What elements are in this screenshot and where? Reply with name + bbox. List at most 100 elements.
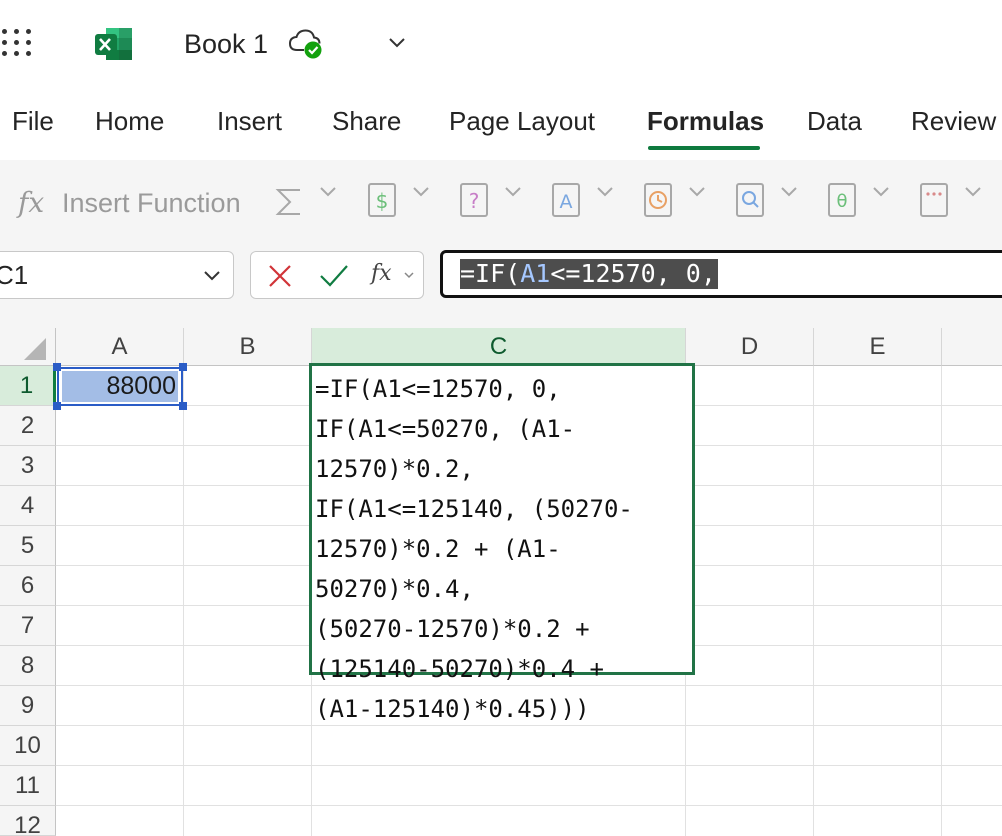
financial-chevron-down-icon xyxy=(413,187,429,197)
formula-controls: fx xyxy=(250,251,424,299)
lookup-chevron-down-icon xyxy=(781,187,797,197)
financial-icon: $ xyxy=(368,183,396,217)
math-trig-chevron-down-icon xyxy=(873,187,889,197)
fx-chevron-down-icon[interactable] xyxy=(403,269,415,281)
lookup-button[interactable] xyxy=(735,182,805,222)
insert-function-button[interactable]: Insert Function xyxy=(62,186,241,220)
app-launcher-icon[interactable] xyxy=(0,27,36,59)
formula-line: IF(A1<=125140, (50270- xyxy=(315,495,633,523)
date-time-button[interactable] xyxy=(643,182,713,222)
logical-button[interactable]: ? xyxy=(459,182,529,222)
gridline xyxy=(56,805,1002,806)
row-header-10[interactable]: 10 xyxy=(0,726,56,766)
row-header-4[interactable]: 4 xyxy=(0,486,56,526)
spreadsheet-grid[interactable]: A B C D E 1 2 3 4 5 6 7 8 9 10 11 12 880… xyxy=(0,328,1002,836)
tab-share[interactable]: Share xyxy=(332,104,401,138)
text-chevron-down-icon xyxy=(597,187,613,197)
tab-home[interactable]: Home xyxy=(95,104,164,138)
more-functions-chevron-down-icon xyxy=(965,187,981,197)
more-functions-button[interactable] xyxy=(919,182,989,222)
active-tab-indicator xyxy=(648,146,760,150)
formula-line: (50270-12570)*0.2 + xyxy=(315,615,590,643)
confirm-edit-icon[interactable] xyxy=(319,263,349,289)
text-functions-button[interactable]: A xyxy=(551,182,621,222)
select-all-corner[interactable] xyxy=(0,328,56,366)
tab-review[interactable]: Review xyxy=(911,104,996,138)
formula-line: 12570)*0.2, xyxy=(315,455,474,483)
svg-text:$: $ xyxy=(376,189,389,213)
formula-bar-area: C1 fx =IF(A1<=12570, 0, xyxy=(0,242,1002,328)
column-header-e[interactable]: E xyxy=(814,328,942,366)
ribbon-tabs: File Home Insert Share Page Layout Formu… xyxy=(0,96,1002,158)
formula-line: (125140-50270)*0.4 + xyxy=(315,655,604,683)
excel-logo-icon[interactable] xyxy=(94,26,134,62)
row-header-11[interactable]: 11 xyxy=(0,766,56,806)
formula-input-text: =IF(A1<=12570, 0, xyxy=(460,259,718,289)
gridline xyxy=(56,765,1002,766)
column-header-d[interactable]: D xyxy=(686,328,814,366)
row-header-12[interactable]: 12 xyxy=(0,806,56,836)
formula-cell-reference: A1 xyxy=(520,259,551,288)
row-header-6[interactable]: 6 xyxy=(0,566,56,606)
formula-line: 50270)*0.4, xyxy=(315,575,474,603)
reference-resize-handle[interactable] xyxy=(179,402,187,410)
tab-formulas[interactable]: Formulas xyxy=(647,104,764,138)
formula-suffix: <=12570, 0, xyxy=(550,259,716,288)
math-trig-button[interactable]: θ xyxy=(827,182,897,222)
svg-text:θ: θ xyxy=(836,191,847,212)
title-bar: Book 1 xyxy=(0,0,1002,88)
reference-resize-handle[interactable] xyxy=(179,363,187,371)
math-trig-icon: θ xyxy=(828,183,856,217)
formula-line: (A1-125140)*0.45))) xyxy=(315,695,590,723)
cloud-saved-icon[interactable] xyxy=(288,28,326,60)
name-box[interactable]: C1 xyxy=(0,251,234,299)
autosum-icon xyxy=(275,189,300,215)
formulas-toolbar: fx Insert Function $ ? A θ xyxy=(0,160,1002,242)
formula-line: IF(A1<=50270, (A1- xyxy=(315,415,576,443)
cell-a1-value: 88000 xyxy=(62,371,178,402)
svg-text:?: ? xyxy=(469,189,480,213)
insert-function-fx-icon[interactable]: fx xyxy=(18,186,44,220)
date-time-chevron-down-icon xyxy=(689,187,705,197)
tab-page-layout[interactable]: Page Layout xyxy=(449,104,595,138)
row-header-2[interactable]: 2 xyxy=(0,406,56,446)
financial-button[interactable]: $ xyxy=(367,182,437,222)
title-menu-chevron-down-icon[interactable] xyxy=(386,32,408,54)
document-title[interactable]: Book 1 xyxy=(184,27,268,61)
autosum-button[interactable] xyxy=(274,182,344,222)
row-header-3[interactable]: 3 xyxy=(0,446,56,486)
gridline xyxy=(813,366,814,836)
logical-icon: ? xyxy=(460,183,488,217)
row-header-5[interactable]: 5 xyxy=(0,526,56,566)
formula-prefix: =IF( xyxy=(460,259,521,288)
row-header-8[interactable]: 8 xyxy=(0,646,56,686)
cell-a1[interactable]: 88000 xyxy=(53,363,187,410)
logical-chevron-down-icon xyxy=(505,187,521,197)
lookup-icon xyxy=(736,183,764,217)
tab-data[interactable]: Data xyxy=(807,104,862,138)
tab-file[interactable]: File xyxy=(12,104,54,138)
formula-line: 12570)*0.2 + (A1- xyxy=(315,535,561,563)
formula-input[interactable]: =IF(A1<=12570, 0, xyxy=(440,250,1002,298)
select-all-triangle-icon xyxy=(24,338,46,360)
tab-insert[interactable]: Insert xyxy=(217,104,282,138)
cancel-edit-icon[interactable] xyxy=(267,263,293,289)
date-time-icon xyxy=(644,183,672,217)
row-header-9[interactable]: 9 xyxy=(0,686,56,726)
column-header-b[interactable]: B xyxy=(184,328,312,366)
column-header-a[interactable]: A xyxy=(56,328,184,366)
row-header-1[interactable]: 1 xyxy=(0,366,56,406)
column-header-f[interactable] xyxy=(942,328,1002,366)
reference-resize-handle[interactable] xyxy=(53,363,61,371)
column-header-c[interactable]: C xyxy=(312,328,686,366)
gridline xyxy=(941,366,942,836)
name-box-value: C1 xyxy=(0,260,29,290)
autosum-chevron-down-icon xyxy=(320,187,336,197)
more-functions-icon xyxy=(920,183,948,217)
name-box-chevron-down-icon[interactable] xyxy=(201,265,223,287)
cell-c1-editor[interactable]: =IF(A1<=12570, 0, IF(A1<=50270, (A1- 12570… xyxy=(309,363,695,723)
reference-resize-handle[interactable] xyxy=(53,402,61,410)
gridline xyxy=(183,366,184,836)
row-header-7[interactable]: 7 xyxy=(0,606,56,646)
formula-fx-icon[interactable]: fx xyxy=(371,260,392,288)
